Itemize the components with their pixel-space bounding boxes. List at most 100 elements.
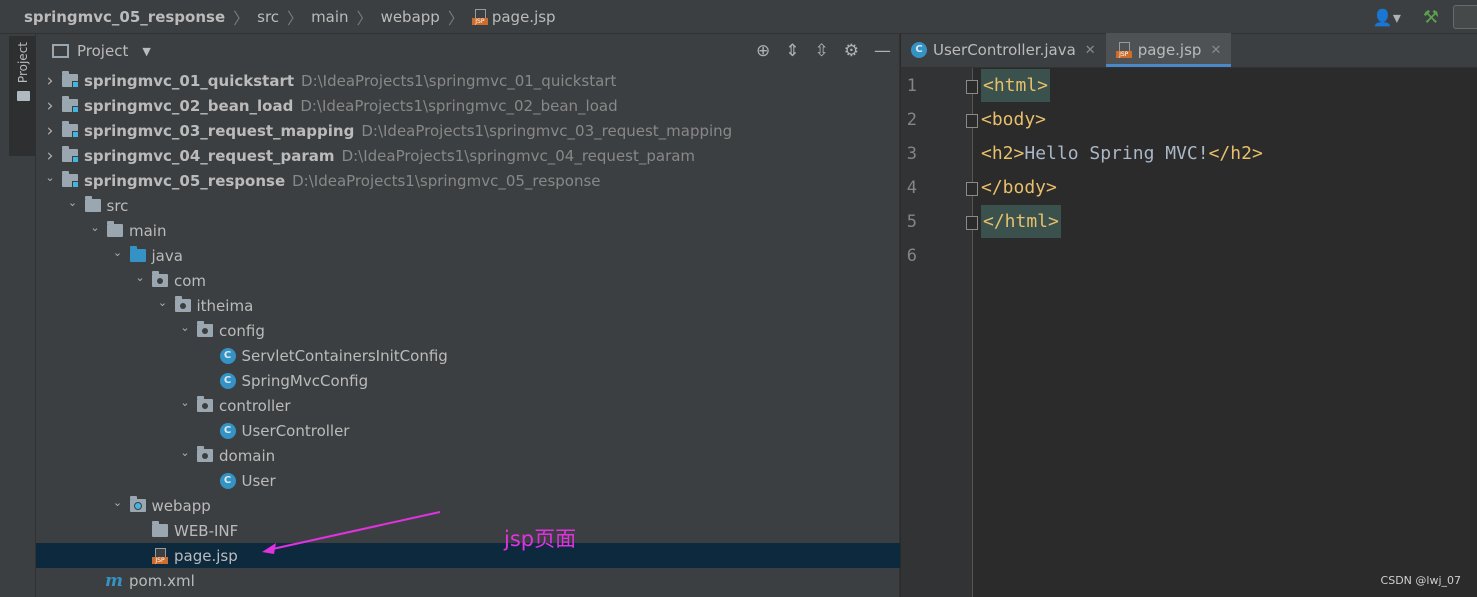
project-title[interactable]: Project [77,42,128,60]
close-icon[interactable]: ✕ [1210,43,1221,58]
tree-item-label: UserController [241,421,350,440]
editor-tab-label: page.jsp [1137,41,1202,59]
project-tool-tab[interactable]: Project [9,36,37,156]
tree-item-path: D:\IdeaProjects1\springmvc_02_bean_load [300,96,618,115]
tree-item-label: com [174,271,207,290]
project-header: Project ▼ ⊕ ⇕ ⇳ ⚙ — [36,34,899,68]
code-tag: </h2> [1208,142,1263,164]
folder-icon [152,521,168,537]
tree-item-label: webapp [151,496,211,515]
tree-item[interactable]: › springmvc_01_quickstart D:\IdeaProjects1… [36,68,900,93]
package-icon [197,396,213,412]
tree-item-label: springmvc_04_request_param [84,146,335,165]
tree-item[interactable]: WEB-INF [36,518,900,543]
tree-item[interactable]: ⌄ controller [36,393,900,418]
run-config-button[interactable] [1453,5,1477,29]
tree-item[interactable]: › springmvc_04_request_param D:\IdeaProjec… [36,143,900,168]
tree-item[interactable]: C ServletContainersInitConfig [36,343,900,368]
close-icon[interactable]: ✕ [1085,43,1096,58]
collapse-all-icon[interactable]: ⇳ [815,41,829,61]
chevron-down-icon[interactable]: ⌄ [65,196,81,209]
jsp-file-icon: JSP [152,547,168,564]
breadcrumb-item-webapp[interactable]: webapp [381,8,440,26]
project-window-icon [52,44,69,58]
module-folder-icon [62,96,79,113]
code-tag: </body> [981,176,1057,198]
tree-item-path: D:\IdeaProjects1\springmvc_05_response [292,171,601,190]
chevron-right-icon: 〉 [287,8,304,28]
fold-marker-icon[interactable] [966,182,978,196]
code-line: </body> [981,170,1057,204]
tree-item[interactable]: C UserController [36,418,900,443]
chevron-down-icon[interactable]: ⌄ [42,171,58,184]
chevron-down-icon[interactable]: ⌄ [177,446,193,459]
fold-marker-icon[interactable] [966,80,978,94]
tool-window-stripe: Project [0,34,37,597]
breadcrumb-item-project[interactable]: springmvc_05_response [24,8,225,26]
tree-item[interactable]: › springmvc_03_request_mapping D:\IdeaProj… [36,118,900,143]
code-tag: <html> [981,68,1051,102]
tree-item-path: D:\IdeaProjects1\springmvc_04_request_pa… [341,146,696,165]
minimize-icon[interactable]: — [874,41,891,61]
tree-item-label: page.jsp [174,546,238,565]
gear-icon[interactable]: ⚙ [844,41,859,61]
editor-tab[interactable]: C UserController.java ✕ [901,33,1106,67]
fold-marker-icon[interactable] [966,114,978,128]
chevron-down-icon[interactable]: ⌄ [177,396,193,409]
tree-item[interactable]: ⌄ springmvc_05_response D:\IdeaProjects1\s… [36,168,900,193]
tree-item[interactable]: m pom.xml [36,568,900,593]
breadcrumb-item-main[interactable]: main [311,8,348,26]
tree-item[interactable]: ⌄ main [36,218,900,243]
chevron-right-icon: 〉 [447,8,464,28]
chevron-right-icon[interactable]: › [42,121,58,141]
chevron-right-icon[interactable]: › [42,96,58,116]
tree-item[interactable]: ⌄ java [36,243,900,268]
tree-item[interactable]: ⌄ config [36,318,900,343]
editor-tab[interactable]: JSP page.jsp ✕ [1105,33,1232,67]
tree-item[interactable]: ⌄ src [36,193,900,218]
folder-icon [107,221,123,237]
tree-item[interactable]: › springmvc_02_bean_load D:\IdeaProjects1\… [36,93,900,118]
tree-item[interactable]: ⌄ com [36,268,900,293]
chevron-down-icon[interactable]: ⌄ [177,321,193,334]
source-folder-icon [129,246,146,262]
tree-item-label: WEB-INF [174,521,239,540]
tree-item-path: D:\IdeaProjects1\springmvc_03_request_ma… [361,121,733,140]
folder-icon [16,91,30,102]
tree-item[interactable]: JSP page.jsp [36,543,900,568]
chevron-down-icon[interactable]: ⌄ [110,246,126,259]
tree-item[interactable]: C User [36,468,900,493]
class-icon: C [219,472,236,489]
build-hammer-icon[interactable]: ⚒ [1423,7,1439,28]
jsp-file-icon: JSP [471,8,488,25]
chevron-down-icon[interactable]: ⌄ [155,296,171,309]
breadcrumb-item-file[interactable]: JSP page.jsp [471,8,556,26]
tree-item-path: D:\IdeaProjects1\springmvc_01_quickstart [301,71,617,90]
tree-item-label: controller [219,396,291,415]
tree-item[interactable]: ⌄ webapp [36,493,900,518]
fold-marker-icon[interactable] [966,216,978,230]
chevron-right-icon: 〉 [233,8,250,28]
chevron-down-icon[interactable]: ⌄ [87,221,103,234]
navigation-bar: springmvc_05_response 〉 src 〉 main 〉 web… [0,0,1477,34]
tree-item[interactable]: ⌄ itheima [36,293,900,318]
module-folder-icon [62,171,79,188]
editor-area: C UserController.java ✕ JSP page.jsp ✕ 1 2 3 4 5 6… [901,33,1477,597]
breadcrumb-item-src[interactable]: src [257,8,279,26]
chevron-down-icon[interactable]: ⌄ [132,271,148,284]
tree-item[interactable]: C SpringMvcConfig [36,368,900,393]
expand-all-icon[interactable]: ⇕ [785,41,799,61]
chevron-down-icon[interactable]: ▼ [142,45,150,58]
chevron-down-icon[interactable]: ⌄ [110,496,126,509]
package-icon [174,296,191,312]
chevron-right-icon[interactable]: › [42,146,58,166]
project-toolbar: ⊕ ⇕ ⇳ ⚙ — [741,34,891,68]
module-folder-icon [62,121,79,138]
code-line: <html> [981,68,1051,102]
locate-crosshair-icon[interactable]: ⊕ [756,41,770,61]
tree-item[interactable]: ⌄ domain [36,443,900,468]
web-folder-icon [129,496,146,512]
jsp-file-icon: JSP [1115,42,1132,58]
chevron-right-icon[interactable]: › [42,71,58,91]
user-icon[interactable]: 👤▾ [1373,8,1401,27]
